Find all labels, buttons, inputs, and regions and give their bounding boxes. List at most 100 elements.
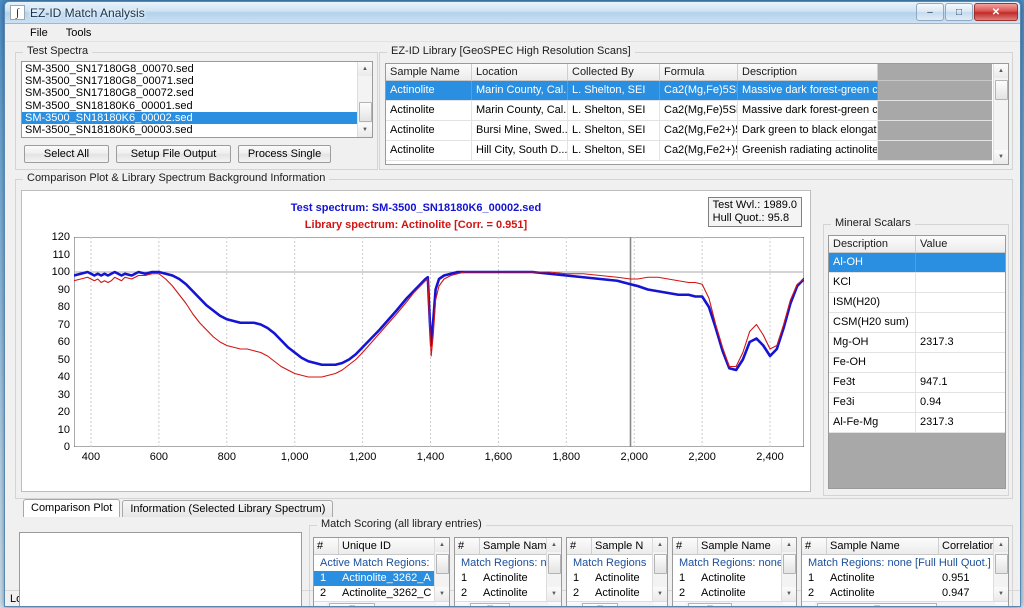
column-header-collected-by[interactable]: Collected By xyxy=(568,64,660,80)
match-scoring-panel-4[interactable]: # Sample Name Match Regions: none [F 1 A… xyxy=(672,537,797,607)
list-item[interactable]: 1 Actinolite 0.951 xyxy=(802,571,1008,586)
tab-comparison-plot[interactable]: Comparison Plot xyxy=(23,499,120,517)
scroll-up-icon[interactable]: ▲ xyxy=(547,538,562,552)
scroll-thumb[interactable] xyxy=(995,554,1008,574)
list-item-selected[interactable]: 1 Actinolite_3262_A xyxy=(314,571,449,586)
scroll-track[interactable] xyxy=(994,78,1009,150)
table-row[interactable]: Actinolite Bursi Mine, Swed... L. Shelto… xyxy=(386,121,992,141)
close-button[interactable]: ✕ xyxy=(974,3,1018,21)
table-row[interactable]: Actinolite Hill City, South D... L. Shel… xyxy=(386,141,992,161)
test-spectra-scrollbar[interactable]: ▲ ▼ xyxy=(357,62,372,137)
menu-tools[interactable]: Tools xyxy=(57,26,101,40)
list-item[interactable]: 2 Actinolite_3262_C xyxy=(314,586,449,601)
scroll-right-icon[interactable]: ▶ xyxy=(436,602,449,607)
column-header-unique-id[interactable]: Unique ID xyxy=(339,538,449,554)
panel-hscrollbar[interactable]: ◀ III ▶ xyxy=(455,601,561,607)
table-row[interactable]: Fe-OH xyxy=(829,353,1005,373)
scroll-track[interactable] xyxy=(547,552,562,587)
table-row[interactable]: ISM(H20) xyxy=(829,293,1005,313)
list-item[interactable]: 1 Actinolite xyxy=(673,571,796,586)
column-header-description[interactable]: Description xyxy=(829,236,916,252)
panel-hscrollbar[interactable]: ◀ III ▶ xyxy=(802,601,1008,607)
match-scoring-panel-2[interactable]: # Sample Nam Match Regions: nc 1 Actinol… xyxy=(454,537,562,607)
table-row[interactable]: CSM(H20 sum) xyxy=(829,313,1005,333)
column-header-index[interactable]: # xyxy=(673,538,698,554)
list-item[interactable]: SM-3500_SN17180G8_00071.sed xyxy=(22,75,357,87)
menu-file[interactable]: File xyxy=(21,26,57,40)
test-spectra-listbox[interactable]: SM-3500_SN17180G8_00070.sed SM-3500_SN17… xyxy=(21,61,373,138)
scroll-down-icon[interactable]: ▼ xyxy=(358,123,373,137)
column-header-index[interactable]: # xyxy=(314,538,339,554)
match-scoring-panel-1[interactable]: # Unique ID Active Match Regions: 1 Acti… xyxy=(313,537,450,607)
mineral-scalars-grid[interactable]: Description Value Al-OH KCl ISM(H20) CSM… xyxy=(828,235,1006,489)
panel-scrollbar[interactable]: ▲ ▼ xyxy=(652,538,667,601)
scroll-left-icon[interactable]: ◀ xyxy=(455,602,468,607)
scroll-down-icon[interactable]: ▼ xyxy=(653,587,668,601)
table-row[interactable]: Fe3i 0.94 xyxy=(829,393,1005,413)
column-header-formula[interactable]: Formula xyxy=(660,64,738,80)
panel-scrollbar[interactable]: ▲ ▼ xyxy=(434,538,449,601)
panel-hscrollbar[interactable]: ◀ III ▶ xyxy=(567,601,667,607)
scroll-thumb[interactable] xyxy=(359,102,372,122)
match-scoring-panel-3[interactable]: # Sample N Match Regions 1 Actinolite 2 … xyxy=(566,537,668,607)
scroll-track[interactable] xyxy=(435,552,450,587)
scroll-down-icon[interactable]: ▼ xyxy=(435,587,450,601)
scroll-thumb[interactable]: III xyxy=(329,603,375,608)
panel-hscrollbar[interactable]: ◀ III ▶ xyxy=(314,601,449,607)
column-header-index[interactable]: # xyxy=(567,538,592,554)
scroll-down-icon[interactable]: ▼ xyxy=(994,150,1009,164)
scroll-thumb[interactable] xyxy=(548,554,561,574)
panel-scrollbar[interactable]: ▲ ▼ xyxy=(546,538,561,601)
scroll-right-icon[interactable]: ▶ xyxy=(548,602,561,607)
scroll-thumb[interactable]: III xyxy=(817,603,937,608)
select-all-button[interactable]: Select All xyxy=(24,145,109,163)
scroll-left-icon[interactable]: ◀ xyxy=(314,602,327,607)
scroll-track[interactable] xyxy=(358,76,373,123)
panel-scrollbar[interactable]: ▲ ▼ xyxy=(993,538,1008,601)
list-item[interactable]: SM-3500_SN17180G8_00072.sed xyxy=(22,87,357,99)
table-row[interactable]: KCl xyxy=(829,273,1005,293)
minimize-button[interactable]: – xyxy=(916,3,944,21)
scroll-up-icon[interactable]: ▲ xyxy=(653,538,668,552)
column-header-index[interactable]: # xyxy=(455,538,480,554)
column-header-description[interactable]: Description xyxy=(738,64,878,80)
panel-scrollbar[interactable]: ▲ ▼ xyxy=(781,538,796,601)
library-scrollbar[interactable]: ▲ ▼ xyxy=(993,64,1008,164)
column-header-sample-name[interactable]: Sample Name xyxy=(386,64,472,80)
scroll-track[interactable] xyxy=(994,552,1009,587)
match-scoring-panel-5[interactable]: # Sample Name Correlation Match Regions:… xyxy=(801,537,1009,607)
scroll-left-icon[interactable]: ◀ xyxy=(673,602,686,607)
table-row[interactable]: Mg-OH 2317.3 xyxy=(829,333,1005,353)
scroll-left-icon[interactable]: ◀ xyxy=(567,602,580,607)
scroll-down-icon[interactable]: ▼ xyxy=(994,587,1009,601)
column-header-sample-name[interactable]: Sample Name xyxy=(827,538,939,554)
list-item-selected[interactable]: SM-3500_SN18180K6_00002.sed xyxy=(22,112,357,124)
match-regions-panel[interactable] xyxy=(19,532,302,607)
scroll-thumb[interactable] xyxy=(995,80,1008,100)
list-item[interactable]: SM-3500_SN17180G8_00070.sed xyxy=(22,63,357,75)
tab-information[interactable]: Information (Selected Library Spectrum) xyxy=(122,500,333,517)
scroll-track[interactable] xyxy=(653,552,668,587)
scroll-thumb[interactable]: III xyxy=(470,603,510,608)
library-grid[interactable]: Sample Name Location Collected By Formul… xyxy=(385,63,1009,165)
column-header-value[interactable]: Value xyxy=(916,236,1005,252)
scroll-right-icon[interactable]: ▶ xyxy=(995,602,1008,607)
maximize-button[interactable]: □ xyxy=(945,3,973,21)
scroll-thumb[interactable]: III xyxy=(582,603,618,608)
column-header-index[interactable]: # xyxy=(802,538,827,554)
scroll-up-icon[interactable]: ▲ xyxy=(994,64,1009,78)
scroll-thumb[interactable]: III xyxy=(688,603,732,608)
title-bar[interactable]: ∫ EZ-ID Match Analysis – □ ✕ xyxy=(5,2,1020,24)
table-row[interactable]: Al-Fe-Mg 2317.3 xyxy=(829,413,1005,433)
scroll-up-icon[interactable]: ▲ xyxy=(782,538,797,552)
process-single-button[interactable]: Process Single xyxy=(238,145,331,163)
scroll-right-icon[interactable]: ▶ xyxy=(783,602,796,607)
scroll-up-icon[interactable]: ▲ xyxy=(435,538,450,552)
scroll-thumb[interactable] xyxy=(436,554,449,574)
scroll-thumb[interactable] xyxy=(654,554,667,574)
setup-file-output-button[interactable]: Setup File Output xyxy=(116,145,231,163)
scroll-left-icon[interactable]: ◀ xyxy=(802,602,815,607)
table-row[interactable]: Al-OH xyxy=(829,253,1005,273)
table-row[interactable]: Actinolite Marin County, Cal... L. Shelt… xyxy=(386,81,992,101)
panel-hscrollbar[interactable]: ◀ III ▶ xyxy=(673,601,796,607)
